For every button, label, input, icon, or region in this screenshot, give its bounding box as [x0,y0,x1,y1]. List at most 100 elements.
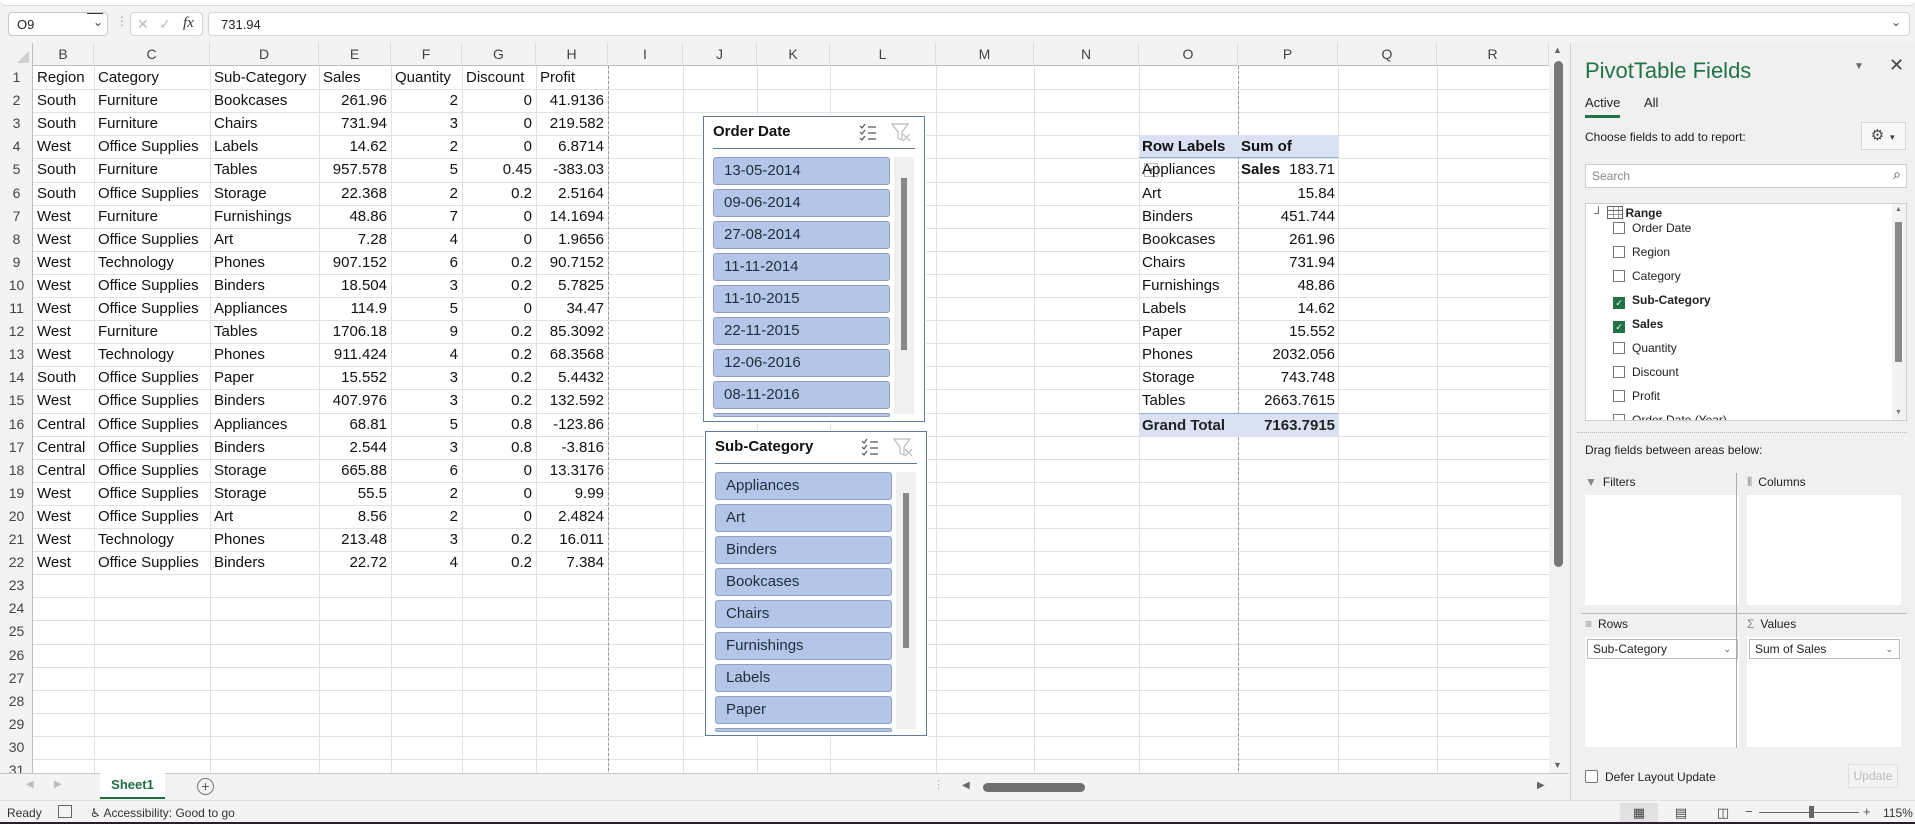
table-cell[interactable]: Appliances [210,297,319,320]
table-cell[interactable]: 6 [391,251,462,274]
table-cell[interactable]: Office Supplies [94,459,210,482]
row-header[interactable]: 15 [0,389,33,412]
table-cell[interactable]: Furniture [94,205,210,228]
table-cell[interactable]: 7.384 [536,551,608,574]
vertical-scroll-thumb[interactable] [1554,61,1563,567]
table-header-cell[interactable]: Sales [319,66,391,89]
slicer-item[interactable]: Art [715,504,892,532]
formula-input[interactable]: 731.94 ⌄ [208,12,1910,36]
table-cell[interactable]: 16.011 [536,528,608,551]
pivot-row-label[interactable]: Binders [1139,205,1238,228]
table-cell[interactable]: 2.544 [319,436,391,459]
pivot-row-label[interactable]: Labels [1139,297,1238,320]
table-cell[interactable]: 0 [462,89,536,112]
multi-select-icon[interactable] [858,122,878,142]
table-cell[interactable]: Art [210,505,319,528]
clear-filter-icon[interactable] [890,122,912,142]
table-cell[interactable]: 14.1694 [536,205,608,228]
table-cell[interactable]: 3 [391,112,462,135]
table-cell[interactable]: 2 [391,482,462,505]
table-cell[interactable]: 3 [391,389,462,412]
zoom-out-button[interactable]: − [1745,804,1753,819]
table-cell[interactable]: 0.8 [462,413,536,436]
table-cell[interactable]: 14.62 [319,135,391,158]
table-cell[interactable]: Office Supplies [94,413,210,436]
row-header[interactable]: 24 [0,597,33,620]
table-cell[interactable]: Office Supplies [94,389,210,412]
field-item[interactable]: Order Date (Year) [1613,410,1727,420]
table-cell[interactable]: Office Supplies [94,182,210,205]
scroll-right-icon[interactable]: ▶ [1537,780,1545,791]
table-cell[interactable]: 55.5 [319,482,391,505]
table-cell[interactable]: 90.7152 [536,251,608,274]
pivot-row-label[interactable]: Bookcases [1139,228,1238,251]
row-header[interactable]: 12 [0,320,33,343]
pivot-row-value[interactable]: 15.552 [1238,320,1338,343]
field-item[interactable]: Category [1613,266,1681,286]
row-header[interactable]: 20 [0,505,33,528]
order-date-slicer[interactable]: Order Date 13-05-2014 09-06-2014 27-08-201… [703,116,925,422]
column-header[interactable]: O [1139,43,1238,66]
pivot-row-value[interactable]: 743.748 [1238,366,1338,389]
pivot-grand-total-value[interactable]: 7163.7915 [1238,412,1338,436]
field-item[interactable]: Order Date [1613,218,1691,238]
slicer-item[interactable]: Labels [715,664,892,692]
column-header[interactable]: C [94,43,210,66]
cancel-icon[interactable]: ✕ [137,16,149,33]
table-cell[interactable]: 85.3092 [536,320,608,343]
pivot-row-value[interactable]: 731.94 [1238,251,1338,274]
table-cell[interactable]: 665.88 [319,459,391,482]
table-cell[interactable]: Phones [210,343,319,366]
table-cell[interactable]: Art [210,228,319,251]
table-cell[interactable]: 0.2 [462,320,536,343]
field-list-scrollbar[interactable]: ▲ ▼ [1892,204,1906,420]
slicer-item-partial[interactable] [713,413,890,417]
table-cell[interactable]: 0.2 [462,251,536,274]
expand-formula-bar-icon[interactable]: ⌄ [1891,15,1901,29]
table-cell[interactable]: Office Supplies [94,297,210,320]
row-header[interactable]: 22 [0,551,33,574]
slicer-item[interactable]: 11-11-2014 [713,253,890,281]
table-cell[interactable]: 68.81 [319,413,391,436]
column-header[interactable]: J [683,43,757,66]
field-item[interactable]: Profit [1613,386,1660,406]
table-cell[interactable]: Central [33,413,94,436]
table-cell[interactable]: 7 [391,205,462,228]
table-cell[interactable]: 3 [391,274,462,297]
slicer-scroll-thumb[interactable] [901,178,907,350]
table-cell[interactable]: 41.9136 [536,89,608,112]
table-cell[interactable]: 0.2 [462,274,536,297]
values-field-sum-of-sales[interactable]: Sum of Sales ⌄ [1749,639,1900,659]
slicer-item[interactable]: 11-10-2015 [713,285,890,313]
table-cell[interactable]: Furniture [94,89,210,112]
table-cell[interactable]: 0.2 [462,366,536,389]
table-cell[interactable]: 7.28 [319,228,391,251]
column-header[interactable]: M [936,43,1034,66]
table-cell[interactable]: 3 [391,366,462,389]
page-break-view-icon[interactable]: ◫ [1704,803,1742,823]
column-header[interactable]: B [33,43,94,66]
collapse-icon[interactable]: ┘ [1594,206,1603,220]
table-cell[interactable]: 0.45 [462,158,536,181]
scroll-tabs-left-icon[interactable]: ◀ [26,779,34,790]
field-checkbox[interactable] [1613,270,1625,282]
table-cell[interactable]: 0 [462,482,536,505]
table-cell[interactable]: West [33,482,94,505]
row-header[interactable]: 5 [0,158,33,181]
panel-splitter[interactable] [1577,432,1907,433]
row-header[interactable]: 28 [0,690,33,713]
scroll-left-icon[interactable]: ◀ [962,780,970,791]
row-header[interactable]: 25 [0,620,33,643]
table-cell[interactable]: South [33,366,94,389]
row-header[interactable]: 26 [0,644,33,667]
table-cell[interactable]: West [33,343,94,366]
defer-layout-update-checkbox[interactable]: Defer Layout Update [1585,770,1716,784]
column-header[interactable]: P [1238,43,1338,66]
table-cell[interactable]: 1.9656 [536,228,608,251]
row-header[interactable]: 30 [0,736,33,759]
pivot-row-label[interactable]: Storage [1139,366,1238,389]
table-cell[interactable]: 0 [462,228,536,251]
pivot-row-value[interactable]: 14.62 [1238,297,1338,320]
filters-drop-zone[interactable] [1585,495,1739,605]
row-header[interactable]: 13 [0,343,33,366]
